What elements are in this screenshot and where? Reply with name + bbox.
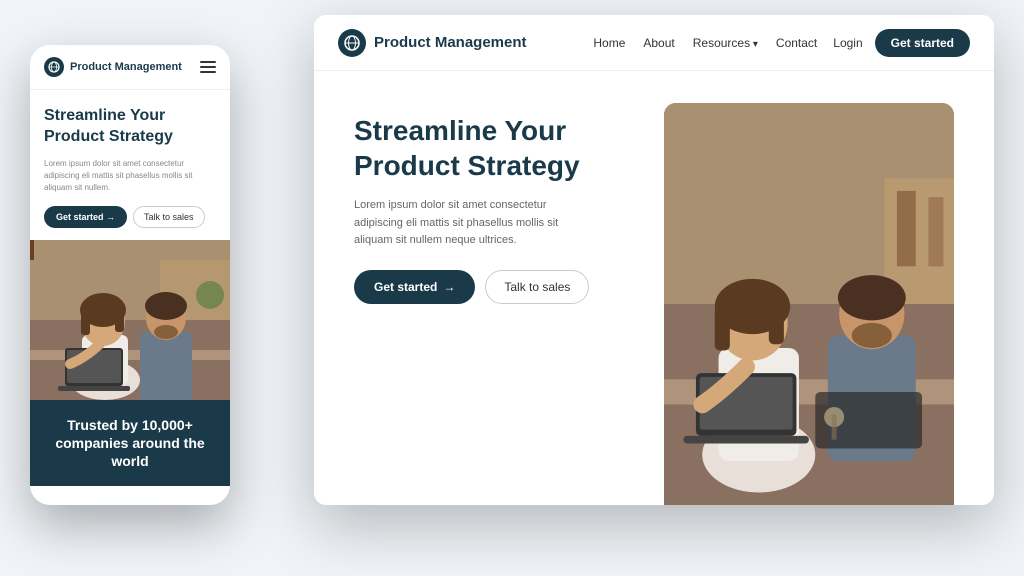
desktop-hero-title: Streamline Your Product Strategy bbox=[354, 113, 634, 183]
hamburger-line-1 bbox=[200, 61, 216, 63]
desktop-hero-buttons: Get started → Talk to sales bbox=[354, 270, 634, 304]
hamburger-line-2 bbox=[200, 66, 216, 68]
nav-contact[interactable]: Contact bbox=[776, 36, 817, 50]
hamburger-menu[interactable] bbox=[200, 61, 216, 73]
desktop-logo-icon bbox=[338, 29, 366, 57]
mobile-logo-icon bbox=[44, 57, 64, 77]
desktop-mockup: Product Management Home About Resources … bbox=[314, 15, 994, 505]
desktop-hero-image bbox=[664, 103, 954, 505]
nav-about[interactable]: About bbox=[643, 36, 674, 50]
mobile-bottom-section: Trusted by 10,000+ companies around the … bbox=[30, 400, 230, 487]
mobile-nav: Product Management bbox=[30, 45, 230, 90]
mobile-talk-sales-button[interactable]: Talk to sales bbox=[133, 206, 205, 228]
nav-resources[interactable]: Resources bbox=[693, 36, 758, 50]
desktop-nav-links: Home About Resources Contact bbox=[593, 36, 817, 50]
mobile-scene-svg bbox=[30, 240, 230, 400]
mobile-logo-text: Product Management bbox=[70, 61, 182, 73]
mobile-mockup: Product Management Streamline Your Produ… bbox=[30, 45, 230, 505]
nav-login[interactable]: Login bbox=[833, 36, 862, 50]
mobile-hero-image bbox=[30, 240, 230, 400]
hamburger-line-3 bbox=[200, 71, 216, 73]
mobile-trusted-text: Trusted by 10,000+ companies around the … bbox=[44, 416, 216, 471]
desktop-logo-text: Product Management bbox=[374, 34, 527, 51]
desktop-scene-svg bbox=[664, 103, 954, 505]
arrow-icon: → bbox=[443, 280, 455, 294]
desktop-get-started-button[interactable]: Get started → bbox=[354, 270, 475, 304]
nav-get-started-button[interactable]: Get started bbox=[875, 29, 970, 57]
desktop-hero-content: Streamline Your Product Strategy Lorem i… bbox=[354, 103, 634, 505]
mobile-get-started-button[interactable]: Get started → bbox=[44, 206, 127, 228]
desktop-hero-description: Lorem ipsum dolor sit amet consectetur a… bbox=[354, 197, 584, 250]
mobile-hero-description: Lorem ipsum dolor sit amet consectetur a… bbox=[44, 158, 216, 194]
mobile-hero: Streamline Your Product Strategy Lorem i… bbox=[30, 90, 230, 240]
desktop-talk-sales-button[interactable]: Talk to sales bbox=[485, 270, 589, 304]
mobile-logo: Product Management bbox=[44, 57, 200, 77]
desktop-logo: Product Management bbox=[338, 29, 527, 57]
desktop-nav: Product Management Home About Resources … bbox=[314, 15, 994, 71]
desktop-hero: Streamline Your Product Strategy Lorem i… bbox=[314, 71, 994, 505]
mobile-hero-title: Streamline Your Product Strategy bbox=[44, 106, 216, 148]
mobile-hero-buttons: Get started → Talk to sales bbox=[44, 206, 216, 228]
nav-home[interactable]: Home bbox=[593, 36, 625, 50]
